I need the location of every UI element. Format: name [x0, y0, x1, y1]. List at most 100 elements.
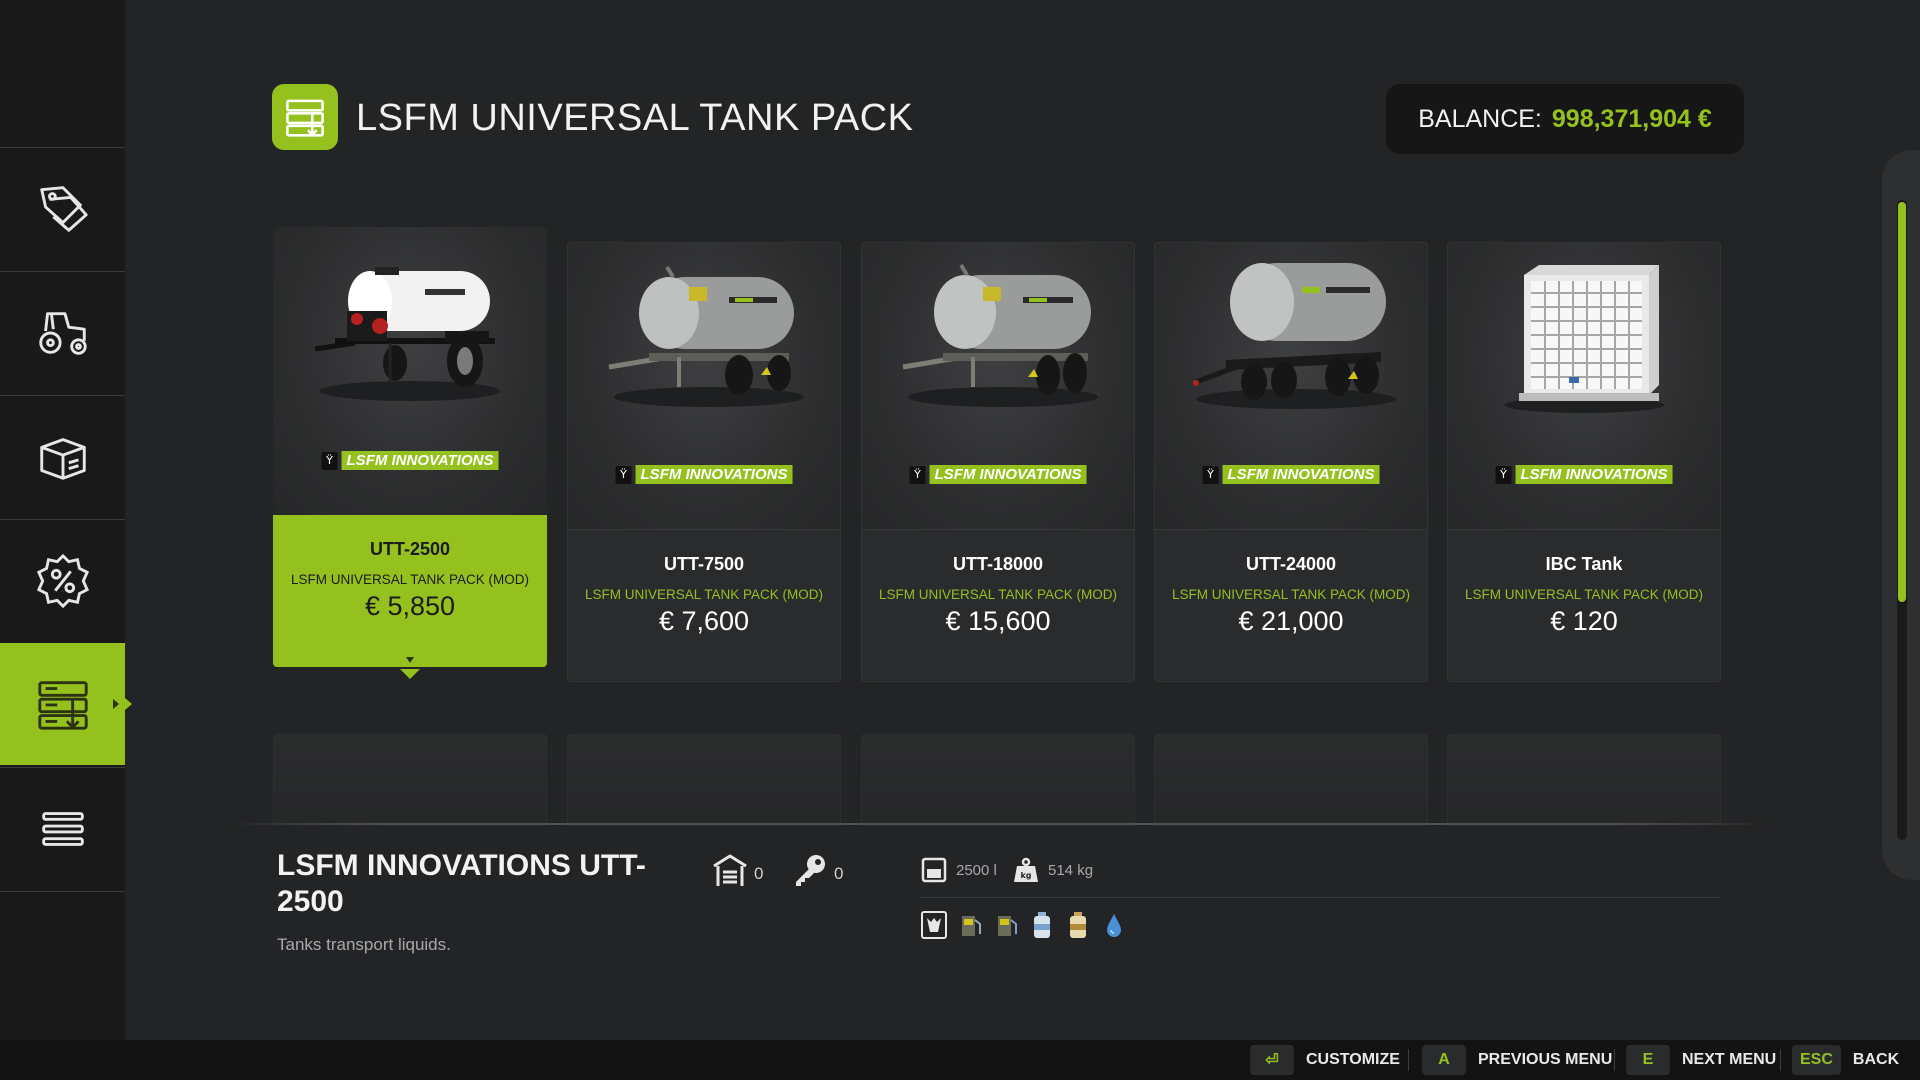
product-info: UTT-2500 LSFM UNIVERSAL TANK PACK (MOD) … [273, 515, 547, 667]
lsfm-brand-icon: Ϋ [615, 465, 632, 484]
hint-separator [1614, 1049, 1615, 1071]
steel-tank-trailer-tandem-image [902, 263, 1098, 407]
diesel-icon [956, 910, 984, 944]
brand-name: LSFM INNOVATIONS [635, 465, 793, 484]
product-price: € 21,000 [1238, 606, 1344, 636]
product-price: € 120 [1550, 606, 1618, 636]
lsfm-brand-icon: Ϋ [321, 451, 338, 470]
lsfm-brand-icon: Ϋ [1202, 465, 1219, 484]
steel-tank-drawbar-trailer-image [1193, 263, 1396, 409]
hint-separator [1408, 1049, 1409, 1071]
def-icon [992, 910, 1020, 944]
product-grid: Ϋ LSFM INNOVATIONS UTT-2500 LSFM UNIVERS… [0, 0, 1920, 830]
product-card-placeholder [273, 734, 547, 826]
product-card[interactable]: Ϋ LSFM INNOVATIONS UTT-18000 LSFM UNIVER… [861, 242, 1135, 682]
chevron-down-icon [406, 657, 414, 663]
key-esc: ESC [1792, 1045, 1841, 1075]
product-price: € 7,600 [658, 606, 750, 636]
product-card-placeholder [861, 734, 1135, 826]
weight-spec: kg 514 kg [1012, 856, 1093, 884]
customize-hint[interactable]: ⏎ CUSTOMIZE [1250, 1045, 1400, 1075]
detail-title: LSFM INNOVATIONS UTT-2500 [277, 849, 646, 918]
product-card-placeholder [567, 734, 841, 826]
brand-logo: Ϋ LSFM INNOVATIONS [1202, 465, 1380, 484]
key-a: A [1422, 1045, 1466, 1075]
brand-logo: Ϋ LSFM INNOVATIONS [909, 465, 1087, 484]
shop-screen: LSFM UNIVERSAL TANK PACK BALANCE: 998,37… [0, 0, 1920, 1080]
brand-name: LSFM INNOVATIONS [1222, 465, 1380, 484]
detail-divider [228, 823, 1770, 825]
product-card-placeholder [1154, 734, 1428, 826]
ibc-tank-image [1504, 265, 1664, 413]
scrollbar-thumb[interactable] [1898, 202, 1906, 602]
brand-name: LSFM INNOVATIONS [929, 465, 1087, 484]
owned-count-value: 0 [754, 864, 764, 883]
steel-tank-trailer-image [608, 265, 804, 407]
sidebar-divider [0, 891, 125, 892]
leased-count: 0 [790, 852, 843, 888]
product-info: UTT-24000 LSFM UNIVERSAL TANK PACK (MOD)… [1155, 529, 1427, 681]
product-pack: LSFM UNIVERSAL TANK PACK (MOD) [1171, 587, 1411, 602]
owned-count: 0 [710, 852, 763, 888]
water-tank-trailer-white-image [314, 267, 500, 401]
fill-types [920, 910, 1128, 944]
capacity-value: 2500 l [956, 861, 997, 879]
selection-pointer [400, 669, 420, 679]
product-pack: LSFM UNIVERSAL TANK PACK (MOD) [584, 587, 824, 602]
product-name: UTT-7500 [663, 554, 745, 574]
lsfm-brand-icon: Ϋ [909, 465, 926, 484]
product-name: UTT-2500 [369, 539, 451, 559]
product-pack: LSFM UNIVERSAL TANK PACK (MOD) [1464, 587, 1704, 602]
detail-description: Tanks transport liquids. [277, 935, 451, 954]
product-price: € 15,600 [945, 606, 1051, 636]
leased-count-value: 0 [834, 864, 844, 883]
weight-value: 514 kg [1048, 861, 1094, 879]
spec-divider [920, 897, 1720, 898]
product-pack: LSFM UNIVERSAL TANK PACK (MOD) [878, 587, 1118, 602]
product-card[interactable]: Ϋ LSFM INNOVATIONS UTT-2500 LSFM UNIVERS… [273, 227, 547, 679]
product-name: IBC Tank [1545, 554, 1623, 574]
product-name: UTT-18000 [952, 554, 1044, 574]
customize-label: CUSTOMIZE [1306, 1051, 1400, 1068]
back-label: BACK [1852, 1051, 1900, 1068]
product-card[interactable]: Ϋ LSFM INNOVATIONS IBC Tank LSFM UNIVERS… [1447, 242, 1721, 682]
back-hint[interactable]: ESC BACK [1792, 1045, 1899, 1075]
brand-logo: Ϋ LSFM INNOVATIONS [321, 451, 499, 470]
product-image [1448, 243, 1720, 529]
lsfm-brand-icon: Ϋ [1495, 465, 1512, 484]
brand-logo: Ϋ LSFM INNOVATIONS [1495, 465, 1673, 484]
product-info: UTT-18000 LSFM UNIVERSAL TANK PACK (MOD)… [862, 529, 1134, 681]
product-image [273, 227, 547, 515]
brand-name: LSFM INNOVATIONS [341, 451, 499, 470]
water-drop-icon [1100, 910, 1128, 944]
previous-menu-label: PREVIOUS MENU [1478, 1051, 1613, 1068]
key-e: E [1626, 1045, 1670, 1075]
capacity-spec: 2500 l [920, 856, 997, 884]
product-card[interactable]: Ϋ LSFM INNOVATIONS UTT-24000 LSFM UNIVER… [1154, 242, 1428, 682]
product-card[interactable]: Ϋ LSFM INNOVATIONS UTT-7500 LSFM UNIVERS… [567, 242, 841, 682]
product-price: € 5,850 [364, 591, 456, 621]
svg-text:kg: kg [1020, 871, 1031, 880]
product-image [1155, 243, 1427, 529]
previous-menu-hint[interactable]: A PREVIOUS MENU [1422, 1045, 1612, 1075]
hint-separator [1780, 1049, 1781, 1071]
product-image [862, 243, 1134, 529]
weight-icon: kg [1014, 857, 1038, 882]
product-name: UTT-24000 [1245, 554, 1337, 574]
product-image [568, 243, 840, 529]
water-bottle-icon [1028, 910, 1056, 944]
next-menu-label: NEXT MENU [1682, 1051, 1777, 1068]
capacity-icon [921, 857, 947, 883]
brand-logo: Ϋ LSFM INNOVATIONS [615, 465, 793, 484]
product-info: UTT-7500 LSFM UNIVERSAL TANK PACK (MOD) … [568, 529, 840, 681]
key-icon [796, 855, 825, 886]
brand-name: LSFM INNOVATIONS [1515, 465, 1673, 484]
product-info: IBC Tank LSFM UNIVERSAL TANK PACK (MOD) … [1448, 529, 1720, 681]
liquid-fertilizer-icon [1064, 910, 1092, 944]
product-card-placeholder [1447, 734, 1721, 826]
next-menu-hint[interactable]: E NEXT MENU [1626, 1045, 1776, 1075]
enter-key-icon: ⏎ [1250, 1045, 1294, 1075]
milk-icon [920, 910, 948, 944]
product-pack: LSFM UNIVERSAL TANK PACK (MOD) [290, 572, 530, 587]
garage-icon [713, 854, 747, 886]
